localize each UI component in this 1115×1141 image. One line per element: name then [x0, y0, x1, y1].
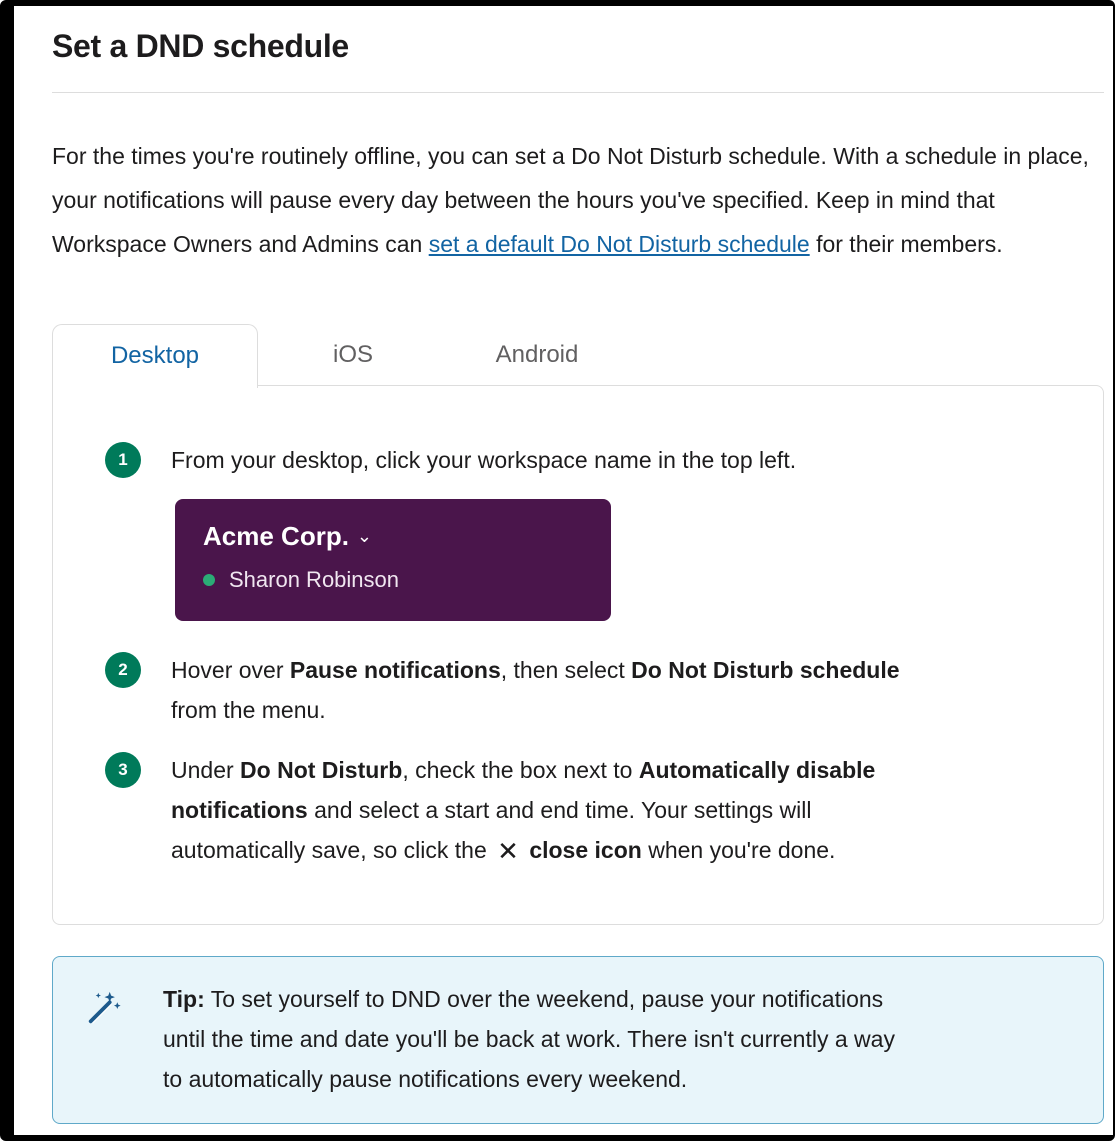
workspace-menu-illustration: Acme Corp. ⌄ Sharon Robinson	[175, 499, 611, 621]
article-frame: Set a DND schedule For the times you're …	[0, 0, 1115, 1141]
tip-label: Tip:	[163, 986, 205, 1012]
close-icon: ✕	[497, 836, 519, 866]
step-3-line-3: automatically save, so click the	[171, 837, 494, 863]
tip-line-2: until the time and date you'll be back a…	[163, 1026, 895, 1052]
intro-paragraph: For the times you're routinely offline, …	[52, 134, 1110, 266]
step-2-bold-2: Do Not Disturb schedule	[631, 657, 900, 683]
step-3-bold-4: close icon	[529, 837, 642, 863]
step-3-pre: Under	[171, 757, 241, 783]
step-2-badge: 2	[105, 652, 141, 688]
workspace-name: Acme Corp. ⌄	[203, 521, 372, 552]
step-3-bold-2: Automatically disable	[638, 757, 876, 783]
tip-callout: Tip: To set yourself to DND over the wee…	[52, 956, 1104, 1124]
magic-wand-icon	[88, 991, 121, 1024]
step-1-text: From your desktop, click your workspace …	[171, 447, 797, 473]
step-2-text: Hover over Pause notifications, then sel…	[171, 650, 1071, 730]
workspace-name-label: Acme Corp.	[203, 521, 349, 551]
tip-line-1: To set yourself to DND over the weekend,…	[204, 986, 884, 1012]
step-3-bold-1: Do Not Disturb	[240, 757, 403, 783]
chevron-down-icon: ⌄	[356, 526, 373, 546]
user-name: Sharon Robinson	[229, 567, 400, 592]
step-3-line-3-end: when you're done.	[641, 837, 836, 863]
step-2-pre: Hover over	[171, 657, 290, 683]
tab-desktop[interactable]: Desktop	[52, 324, 258, 388]
tab-ios[interactable]: iOS	[288, 324, 418, 386]
intro-text-end: for their members.	[809, 231, 1003, 257]
step-3-mid: , check the box next to	[402, 757, 639, 783]
tab-android[interactable]: Android	[462, 324, 612, 386]
step-3-badge: 3	[105, 752, 141, 788]
tab-panel-desktop: 1 From your desktop, click your workspac…	[52, 385, 1104, 925]
platform-tabs: Desktop iOS Android	[52, 324, 1113, 388]
step-2-bold-1: Pause notifications	[289, 657, 501, 683]
step-1-badge: 1	[105, 442, 141, 478]
step-3-bold-3: notifications	[171, 797, 308, 823]
workspace-user: Sharon Robinson	[203, 567, 399, 593]
step-3-text: Under Do Not Disturb, check the box next…	[171, 750, 1071, 871]
default-dnd-schedule-link[interactable]: set a default Do Not Disturb schedule	[429, 231, 810, 257]
step-2-mid: , then select	[500, 657, 632, 683]
step-3-mid-2: and select a start and end time. Your se…	[307, 797, 812, 823]
title-divider	[52, 92, 1104, 93]
page-title: Set a DND schedule	[52, 28, 349, 64]
step-2-post: from the menu.	[171, 697, 326, 723]
tip-line-3: to automatically pause notifications eve…	[163, 1066, 688, 1092]
online-status-icon	[203, 574, 215, 586]
tip-text: Tip: To set yourself to DND over the wee…	[163, 979, 1063, 1099]
